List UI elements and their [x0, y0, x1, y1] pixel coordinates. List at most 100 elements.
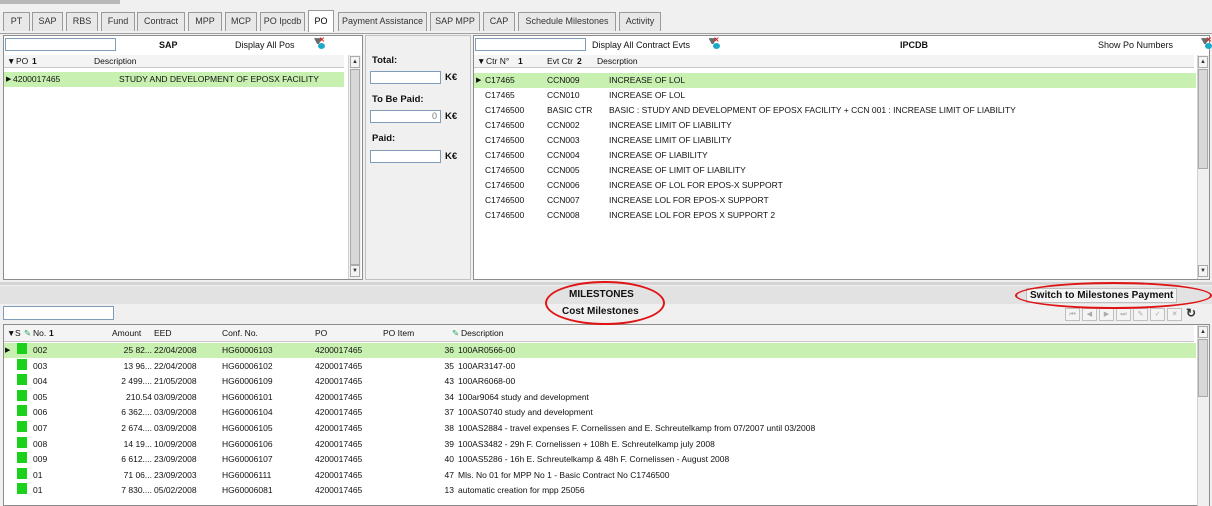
- ipcdb-row[interactable]: C1746500 CCN007 INCREASE LOL FOR EPOS-X SU…: [474, 193, 1196, 208]
- milestone-row[interactable]: 008 14 19... 10/09/2008 HG60006106 420001746…: [4, 436, 1196, 452]
- ipcdb-display-all-evts[interactable]: Display All Contract Evts: [592, 40, 690, 50]
- scroll-up-icon[interactable]: ▲: [1198, 326, 1208, 338]
- tab-schedule-milestones[interactable]: Schedule Milestones: [518, 12, 616, 31]
- ipcdb-row[interactable]: C1746500 CCN006 INCREASE OF LOL FOR EPOS-X…: [474, 178, 1196, 193]
- sap-search-input[interactable]: [5, 38, 116, 51]
- sap-filter-icon[interactable]: ✕: [314, 37, 326, 50]
- ms-row-conf: HG60006111: [222, 469, 272, 480]
- ipcdb-row-evt: CCN004: [547, 150, 580, 160]
- confirm-record-icon[interactable]: ✓: [1150, 308, 1165, 321]
- sap-scrollbar[interactable]: ▲ ▼: [348, 55, 361, 279]
- sap-row-po: 4200017465: [13, 74, 61, 84]
- first-record-icon[interactable]: ⏮: [1065, 308, 1080, 321]
- prev-record-icon[interactable]: ◀: [1082, 308, 1097, 321]
- last-record-icon[interactable]: ⏭: [1116, 308, 1131, 321]
- tab-fund[interactable]: Fund: [101, 12, 135, 31]
- refresh-icon[interactable]: ↻: [1186, 306, 1196, 320]
- tab-mcp[interactable]: MCP: [225, 12, 257, 31]
- milestone-row[interactable]: 007 2 674.... 03/09/2008 HG60006105 42000174…: [4, 421, 1196, 436]
- tab-activity[interactable]: Activity: [619, 12, 661, 31]
- show-po-filter-icon[interactable]: ✕: [1201, 37, 1212, 50]
- milestone-row[interactable]: 006 6 362.... 03/09/2008 HG60006104 42000174…: [4, 405, 1196, 420]
- tab-payment-assistance[interactable]: Payment Assistance: [338, 12, 427, 31]
- ipcdb-row[interactable]: C1746500 CCN002 INCREASE LIMIT OF LIABILIT…: [474, 118, 1196, 133]
- ipcdb-row[interactable]: C1746500 CCN003 INCREASE LIMIT OF LIABILIT…: [474, 133, 1196, 148]
- milestones-search-input[interactable]: [3, 306, 114, 320]
- ipcdb-show-po-numbers[interactable]: Show Po Numbers: [1098, 40, 1173, 50]
- ms-row-amount: 7 830....: [121, 485, 152, 496]
- milestone-row[interactable]: 01 71 06... 23/09/2003 HG60006111 4200017465…: [4, 467, 1196, 483]
- milestone-row[interactable]: 009 6 612.... 23/09/2008 HG60006107 42000174…: [4, 452, 1196, 467]
- ms-col-po-item[interactable]: PO Item: [383, 325, 414, 342]
- ms-row-item: 37: [444, 407, 454, 418]
- scroll-down-icon[interactable]: ▼: [350, 265, 360, 277]
- tab-sap-mpp[interactable]: SAP MPP: [430, 12, 480, 31]
- milestone-row[interactable]: 01 7 830.... 05/02/2008 HG60006081 420001746…: [4, 483, 1196, 498]
- scroll-up-icon[interactable]: ▲: [1198, 56, 1208, 68]
- ms-col-description[interactable]: Description: [461, 325, 504, 342]
- ipcdb-row[interactable]: C1746500 CCN008 INCREASE LOL FOR EPOS X SU…: [474, 208, 1196, 223]
- scroll-up-icon[interactable]: ▲: [350, 56, 360, 68]
- sap-col-po-sort: 1: [32, 56, 37, 66]
- milestone-row[interactable]: 004 2 499.... 21/05/2008 HG60006109 42000174…: [4, 374, 1196, 389]
- scroll-thumb[interactable]: [1198, 69, 1208, 169]
- tab-contract[interactable]: Contract: [137, 12, 185, 31]
- ms-row-conf: HG60006107: [222, 454, 273, 465]
- ms-row-no: 007: [33, 423, 48, 433]
- tab-rbs[interactable]: RBS: [66, 12, 98, 31]
- ipcdb-row[interactable]: C17465 CCN010 INCREASE OF LOL: [474, 88, 1196, 103]
- scroll-thumb[interactable]: [350, 69, 360, 265]
- sort-desc-icon[interactable]: ▼: [7, 55, 15, 68]
- sap-display-all-pos[interactable]: Display All Pos: [235, 40, 295, 50]
- tab-po-ipcdb[interactable]: PO Ipcdb: [260, 12, 305, 31]
- ms-row-description: 100AS2884 - travel expenses F. Corneliss…: [458, 423, 816, 433]
- sap-col-po[interactable]: PO: [16, 55, 28, 68]
- ipcdb-col-evt[interactable]: Evt Ctr: [547, 55, 573, 68]
- ms-col-conf[interactable]: Conf. No.: [222, 325, 258, 342]
- sort-desc-icon[interactable]: ▼: [477, 55, 485, 68]
- status-indicator: [17, 483, 27, 495]
- tab-mpp[interactable]: MPP: [188, 12, 222, 31]
- status-indicator: [17, 343, 27, 354]
- delete-record-icon[interactable]: ✕: [1167, 308, 1182, 321]
- ipcdb-row-ctr: C1746500: [485, 120, 525, 130]
- ipcdb-scrollbar[interactable]: ▲ ▼: [1197, 55, 1209, 279]
- ms-col-amount[interactable]: Amount: [112, 325, 141, 342]
- ipcdb-filter-icon[interactable]: ✕: [708, 37, 721, 50]
- ipcdb-row[interactable]: ▶ C17465 CCN009 INCREASE OF LOL: [474, 73, 1196, 88]
- ms-row-po: 4200017465: [315, 407, 363, 418]
- ipcdb-row-description: INCREASE LIMIT OF LIABILITY: [609, 120, 732, 130]
- milestone-row[interactable]: 003 13 96... 22/04/2008 HG60006102 420001746…: [4, 358, 1196, 374]
- ms-row-conf: HG60006104: [222, 407, 273, 418]
- tab-po[interactable]: PO: [308, 10, 334, 32]
- ms-row-po: 4200017465: [315, 454, 363, 465]
- milestone-row[interactable]: 005 210.54 03/09/2008 HG60006101 4200017465 3…: [4, 389, 1196, 405]
- tab-cap[interactable]: CAP: [483, 12, 515, 31]
- sap-row[interactable]: ▶ 4200017465 STUDY AND DEVELOPMENT OF EP…: [4, 72, 344, 87]
- row-pointer-icon: ▶: [6, 76, 12, 83]
- ipcdb-row[interactable]: C1746500 CCN005 INCREASE OF LIMIT OF LIABI…: [474, 163, 1196, 178]
- ipcdb-col-description[interactable]: Descrption: [597, 55, 638, 68]
- ms-row-eed: 22/04/2008: [154, 345, 197, 355]
- ms-col-no[interactable]: No.: [33, 325, 46, 342]
- ms-row-eed: 03/09/2008: [154, 407, 197, 418]
- ms-row-description: 100AS5286 - 16h E. Schreutelkamp & 48h F…: [458, 454, 730, 465]
- ipcdb-row[interactable]: C1746500 BASIC CTR BASIC : STUDY AND DEVEL…: [474, 103, 1196, 118]
- sap-col-description[interactable]: Description: [94, 55, 137, 68]
- edit-record-icon[interactable]: ✎: [1133, 308, 1148, 321]
- ms-row-item: 47: [444, 469, 454, 480]
- tab-pt[interactable]: PT: [3, 12, 30, 31]
- ipcdb-col-ctr[interactable]: Ctr N°: [486, 55, 509, 68]
- scroll-down-icon[interactable]: ▼: [1198, 265, 1208, 277]
- scroll-thumb[interactable]: [1198, 339, 1208, 397]
- ipcdb-search-input[interactable]: [475, 38, 586, 51]
- milestones-scrollbar[interactable]: ▲: [1197, 325, 1209, 506]
- ms-row-description: 100AR3147-00: [458, 360, 516, 371]
- ms-col-eed[interactable]: EED: [154, 325, 171, 342]
- ipcdb-row[interactable]: C1746500 CCN004 INCREASE OF LIABILITY: [474, 148, 1196, 163]
- milestone-row[interactable]: ▶ 002 25 82... 22/04/2008 HG60006103 42000174…: [4, 343, 1196, 358]
- tab-sap[interactable]: SAP: [32, 12, 63, 31]
- next-record-icon[interactable]: ▶: [1099, 308, 1114, 321]
- ms-col-po[interactable]: PO: [315, 325, 327, 342]
- ms-col-s[interactable]: S: [15, 325, 21, 342]
